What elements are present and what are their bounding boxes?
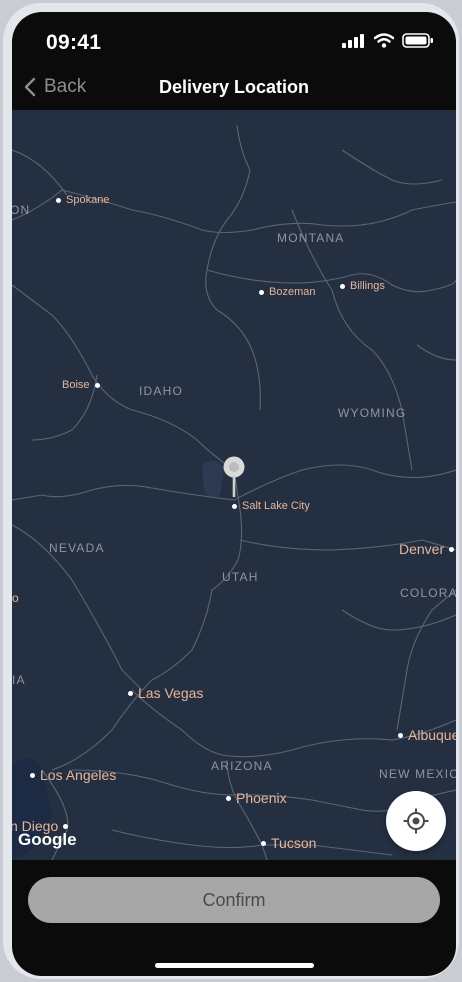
state-label-utah: UTAH — [222, 570, 259, 584]
phone-frame: 09:41 Back Delivery Location ON MONTANA … — [3, 3, 459, 979]
home-indicator[interactable] — [155, 963, 314, 968]
city-label: Spokane — [66, 194, 110, 206]
state-label-on: ON — [12, 203, 31, 217]
confirm-button[interactable]: Confirm — [28, 877, 440, 923]
map-pin-icon[interactable] — [222, 455, 246, 499]
city-albuquerque: Albuque — [398, 727, 456, 743]
city-label: Phoenix — [236, 790, 287, 806]
city-label: Los Angeles — [40, 767, 117, 783]
city-label: Denver — [399, 541, 445, 557]
city-dot — [63, 823, 69, 829]
state-label-montana: MONTANA — [277, 231, 345, 245]
city-dot — [30, 772, 35, 778]
city-label: Las Vegas — [138, 685, 204, 701]
city-dot — [449, 546, 455, 552]
state-label-new-mexico: NEW MEXICO — [379, 767, 456, 781]
city-dot — [226, 795, 231, 801]
city-label: Salt Lake City — [242, 500, 310, 512]
screen: 09:41 Back Delivery Location ON MONTANA … — [12, 12, 456, 976]
city-las-vegas: Las Vegas — [128, 685, 203, 701]
city-label: Albuque — [408, 727, 456, 743]
city-dot — [259, 289, 264, 295]
city-label: Tucson — [271, 835, 317, 851]
city-label: Bozeman — [269, 286, 316, 298]
city-dot — [232, 503, 237, 509]
google-attribution: Google — [18, 830, 77, 849]
city-label: Billings — [350, 280, 385, 292]
city-billings: Billings — [340, 280, 385, 292]
city-dot — [94, 382, 100, 388]
state-label-idaho: IDAHO — [139, 384, 184, 398]
city-boise: Boise — [62, 379, 100, 391]
battery-icon — [402, 33, 433, 48]
map-water — [12, 461, 224, 860]
state-label-nevada: NEVADA — [49, 541, 105, 555]
city-label-edge: o — [12, 591, 19, 605]
city-dot — [340, 283, 345, 289]
state-label-california-edge: IA — [12, 673, 26, 687]
status-icons — [342, 33, 434, 48]
locate-me-button[interactable] — [386, 791, 446, 851]
city-dot — [398, 732, 403, 738]
map-view[interactable]: ON MONTANA IDAHO WYOMING NEVADA UTAH COL… — [12, 110, 456, 860]
signal-icon — [342, 33, 364, 48]
city-dot — [56, 197, 61, 203]
crosshair-icon — [403, 808, 429, 834]
city-denver: Denver — [399, 541, 455, 557]
status-time: 09:41 — [46, 31, 102, 54]
city-salt-lake-city: Salt Lake City — [232, 500, 310, 512]
city-los-angeles: Los Angeles — [30, 767, 116, 783]
city-bozeman: Bozeman — [259, 286, 315, 298]
city-phoenix: Phoenix — [226, 790, 287, 806]
city-label: Boise — [62, 379, 90, 391]
city-dot — [128, 690, 133, 696]
state-label-colorado: COLORA — [400, 586, 456, 600]
city-spokane: Spokane — [56, 194, 109, 206]
wifi-icon — [374, 33, 394, 48]
city-dot — [261, 840, 266, 846]
city-tucson: Tucson — [261, 835, 316, 851]
page-title: Delivery Location — [158, 77, 310, 97]
status-bar: 09:41 — [12, 12, 456, 68]
navigation-bar: Back Delivery Location — [12, 68, 456, 112]
state-label-arizona: ARIZONA — [211, 759, 273, 773]
state-label-wyoming: WYOMING — [338, 406, 407, 420]
